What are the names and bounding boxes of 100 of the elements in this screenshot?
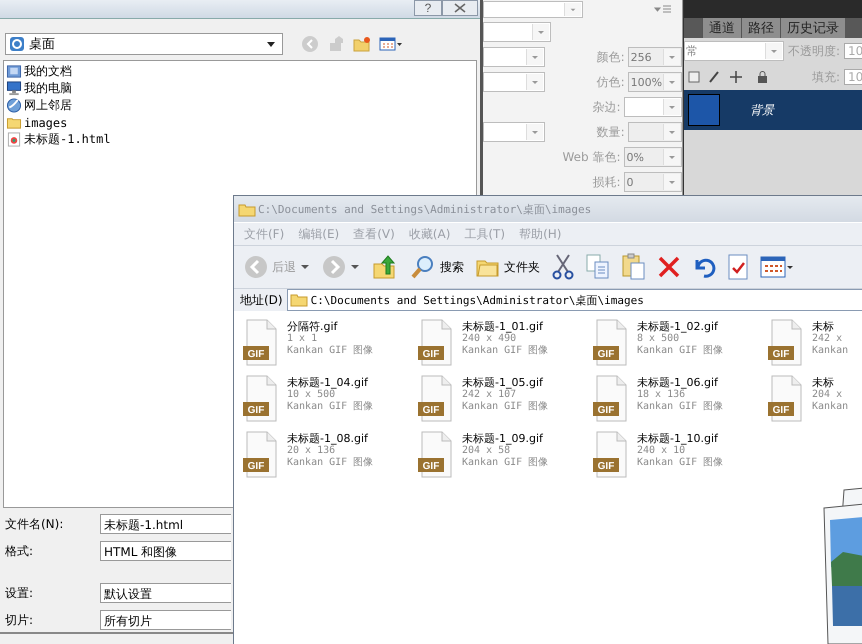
caret-icon [663,149,680,165]
panel-tab[interactable]: 历史记录 [780,18,845,38]
file-type: Kankan GIF 图像 [462,457,548,469]
setting-label: 杂边: [591,98,622,116]
file-dimensions: 10 x 500 [287,389,336,401]
paste-icon[interactable] [622,253,646,281]
help-button[interactable]: ? [414,0,442,16]
setting-label: 仿色: [596,74,626,90]
file-name[interactable]: 未标题-1_02.gif [637,321,724,333]
file-name[interactable]: 未标 [812,377,848,389]
layer-row[interactable]: 背景 [684,90,862,130]
file-dimensions: 204 x 58 [462,445,512,457]
caret-icon [663,174,680,190]
file-dimensions: 8 x 500 [637,333,680,345]
dropdown[interactable] [483,0,583,18]
dropdown[interactable] [483,22,551,42]
input-field[interactable]: HTML 和图像 [100,541,231,561]
file-type: Kankan GIF 图像 [462,401,548,413]
search-icon [410,254,436,280]
file-name[interactable]: 未标 [812,321,848,333]
file-name[interactable]: 未标题-1_05.gif [462,377,548,389]
address-field[interactable]: C:\Documents and Settings\Administrator\桌面\images [286,289,862,311]
file-type: Kankan GIF 图像 [287,401,374,413]
web-page-icon [6,132,22,147]
caret-icon [526,124,543,140]
file-name[interactable]: 未标题-1_09.gif [462,433,548,445]
folder-icon [290,293,308,307]
file-type: Kankan GIF 图像 [462,345,548,357]
caret-icon [564,2,581,16]
caret-icon [663,49,680,65]
properties-icon[interactable] [728,254,748,280]
file-name[interactable]: 未标题-1_10.gif [637,433,724,445]
location-dropdown[interactable]: 桌面 [5,33,283,55]
up-folder-icon[interactable] [372,254,398,280]
layer-thumbnail [688,94,720,126]
file-list-item[interactable]: 网上邻居 [6,97,474,114]
panel-tab[interactable]: 通道 [702,18,741,38]
folder-icon [238,202,256,216]
setting-label: 数量: [596,124,626,140]
folders-button[interactable]: 文件夹 [476,256,540,278]
caret-icon [663,99,680,115]
panel-tab[interactable]: 路径 [741,18,780,38]
file-name[interactable]: 未标题-1_04.gif [287,377,374,389]
caret-icon [300,264,310,270]
panel-menu-icon[interactable] [654,4,672,14]
file-type: Kankan GIF 图像 [637,345,724,357]
new-folder-icon[interactable] [353,36,371,52]
file-name[interactable]: 未标题-1_01.gif [462,321,548,333]
blend-mode-dropdown[interactable]: 常 [684,41,784,61]
forward-button[interactable] [322,255,360,279]
caret-icon [266,40,276,48]
caret-icon [765,43,782,59]
setting-label: Web 靠色: [561,148,622,166]
file-dimensions: 240 x 10 [637,445,686,457]
globe-icon [6,98,22,113]
field-label: 设置: [4,584,34,602]
caret-icon [532,24,549,40]
views-icon[interactable] [379,37,403,51]
address-label: 地址(D) [239,292,284,308]
file-dimensions: 1 x 1 [287,333,318,345]
file-type: Kankan [812,345,848,357]
back-icon[interactable] [301,35,319,53]
caret-icon [350,264,360,270]
close-icon [454,3,466,13]
window-title: C:\Documents and Settings\Administrator\桌面\images [258,202,592,216]
file-dimensions: 204 x [812,389,844,401]
field-label: 格式: [4,542,34,560]
desktop-icon [9,36,25,52]
input-field[interactable]: 所有切片 [100,610,231,630]
file-list-item[interactable]: images [6,114,474,131]
caret-icon [663,74,680,90]
setting-label: 损耗: [591,174,622,190]
computer-icon [6,81,22,96]
setting-dropdown[interactable] [624,97,682,117]
file-name[interactable]: 未标题-1_06.gif [637,377,724,389]
file-list-item[interactable]: 未标题-1.html [6,131,474,148]
file-type: Kankan GIF 图像 [637,457,724,469]
file-list-item[interactable]: 我的文档 [6,63,474,80]
file-dimensions: 240 x 490 [462,333,518,345]
file-dimensions: 20 x 136 [287,445,336,457]
fill-label: 填充: [812,68,840,86]
file-type: Kankan [812,401,848,413]
file-type: Kankan GIF 图像 [637,401,724,413]
search-button[interactable]: 搜索 [410,254,464,280]
setting-label: 颜色: [596,48,626,66]
field-label: 切片: [4,612,34,628]
scissors-icon[interactable] [552,254,574,280]
caret-icon [663,124,680,140]
delete-icon[interactable] [658,256,680,278]
input-field[interactable]: 默认设置 [100,583,231,603]
close-button[interactable] [442,0,478,16]
file-dimensions: 18 x 136 [637,389,686,401]
views-icon[interactable] [760,255,794,279]
file-name[interactable]: 分隔符.gif [287,321,374,333]
input-field[interactable]: 未标题-1.html [100,514,231,534]
file-name[interactable]: 未标题-1_08.gif [287,433,374,445]
document-folder-icon [6,64,22,79]
file-list-item[interactable]: 我的电脑 [6,80,474,97]
opacity-label: 不透明度: [788,42,840,60]
copy-icon[interactable] [586,254,610,280]
